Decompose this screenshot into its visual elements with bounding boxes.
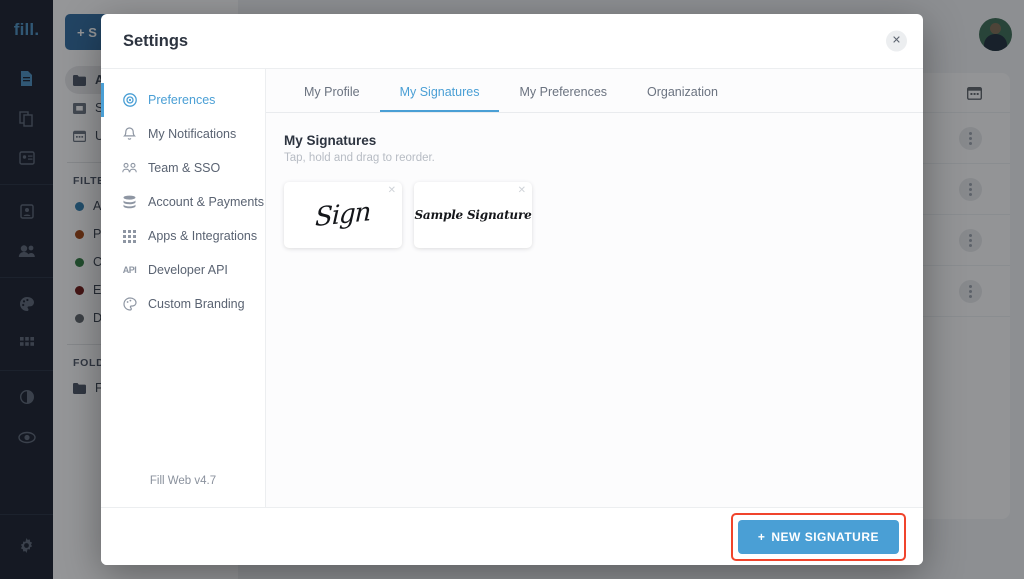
sidebar-item-label: My Notifications — [148, 127, 237, 141]
apps-grid-icon — [122, 229, 137, 243]
app-root: fill. + S A S U FILTE A P C E D FOLD F S… — [0, 0, 1024, 579]
signature-grid: ✕ Sign ✕ Sample Signature — [284, 182, 905, 248]
new-signature-highlight: + NEW SIGNATURE — [730, 512, 906, 561]
sidebar-item-label: Custom Branding — [148, 297, 245, 311]
sidebar-item-preferences[interactable]: Preferences — [101, 83, 265, 117]
new-signature-label: NEW SIGNATURE — [771, 529, 879, 544]
sidebar-item-my-notifications[interactable]: My Notifications — [101, 117, 265, 151]
close-icon[interactable]: ✕ — [886, 30, 907, 52]
modal-title: Settings — [123, 31, 189, 50]
bell-icon — [122, 127, 137, 141]
my-signatures-pane: My Signatures Tap, hold and drag to reor… — [266, 113, 923, 507]
tab-organization[interactable]: Organization — [627, 69, 738, 112]
modal-body: Preferences My Notifications Team & SSO — [101, 69, 923, 507]
tab-my-preferences[interactable]: My Preferences — [499, 69, 627, 112]
sidebar-item-label: Preferences — [148, 93, 216, 107]
close-icon[interactable]: ✕ — [388, 186, 396, 196]
new-signature-button[interactable]: + NEW SIGNATURE — [737, 519, 899, 554]
sidebar-item-label: Apps & Integrations — [148, 229, 258, 243]
sidebar-item-label: Developer API — [148, 263, 228, 277]
palette-icon — [122, 297, 137, 311]
pane-title: My Signatures — [284, 133, 377, 148]
modal-header: Settings ✕ — [101, 14, 923, 69]
modal-footer: + NEW SIGNATURE — [101, 507, 923, 565]
signature-image: Sample Signature — [414, 208, 532, 222]
sidebar-item-team-sso[interactable]: Team & SSO — [101, 151, 265, 185]
sidebar-item-custom-branding[interactable]: Custom Branding — [101, 287, 265, 321]
team-icon — [122, 162, 137, 174]
payments-icon — [122, 195, 137, 209]
app-version-label: Fill Web v4.7 — [149, 475, 217, 487]
api-icon: API — [122, 265, 137, 275]
signature-card[interactable]: ✕ Sign — [284, 182, 402, 248]
signature-card[interactable]: ✕ Sample Signature — [414, 182, 532, 248]
sidebar-item-account-payments[interactable]: Account & Payments — [101, 185, 265, 219]
signature-image: Sign — [314, 196, 372, 234]
tab-my-signatures[interactable]: My Signatures — [379, 69, 500, 112]
settings-modal: Settings ✕ Preferences My Notifications — [101, 14, 923, 565]
sidebar-item-developer-api[interactable]: API Developer API — [101, 253, 265, 287]
settings-tabs: My Profile My Signatures My Preferences … — [266, 69, 923, 113]
sidebar-item-apps-integrations[interactable]: Apps & Integrations — [101, 219, 265, 253]
settings-content: My Profile My Signatures My Preferences … — [266, 69, 923, 507]
sidebar-item-label: Team & SSO — [148, 161, 221, 175]
tab-my-profile[interactable]: My Profile — [284, 69, 380, 112]
settings-sidebar: Preferences My Notifications Team & SSO — [101, 69, 266, 507]
pane-subtitle: Tap, hold and drag to reorder. — [284, 152, 435, 164]
close-icon[interactable]: ✕ — [518, 186, 526, 196]
plus-icon: + — [757, 529, 766, 544]
sidebar-item-label: Account & Payments — [148, 195, 265, 209]
preferences-icon — [122, 93, 137, 107]
